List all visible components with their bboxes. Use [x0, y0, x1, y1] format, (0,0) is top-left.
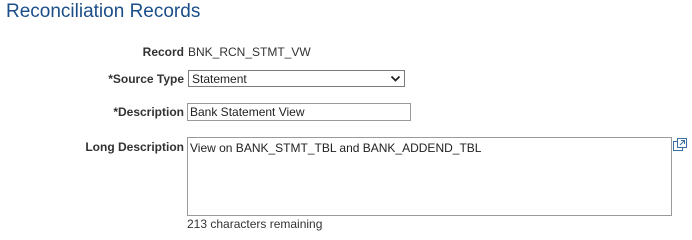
source-type-select[interactable]: Statement	[188, 70, 405, 87]
record-value: BNK_RCN_STMT_VW	[188, 45, 311, 59]
expand-textarea-icon[interactable]	[673, 138, 687, 151]
long-description-label: Long Description	[85, 140, 184, 154]
chevron-down-icon	[390, 75, 401, 82]
characters-remaining: 213 characters remaining	[187, 217, 323, 231]
page-title: Reconciliation Records	[6, 1, 201, 22]
long-description-textarea[interactable]: View on BANK_STMT_TBL and BANK_ADDEND_TB…	[187, 137, 672, 216]
source-type-selected-value: Statement	[192, 72, 247, 86]
description-label: *Description	[113, 105, 184, 119]
source-type-label: *Source Type	[108, 72, 184, 86]
record-label: Record	[142, 45, 184, 59]
description-input[interactable]: Bank Statement View	[187, 103, 411, 121]
